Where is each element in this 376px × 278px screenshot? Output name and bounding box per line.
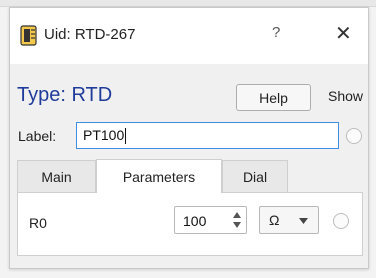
properties-window: Uid: RTD-267 ? ✕ Type: RTD Help Show Lab… xyxy=(9,7,369,269)
parameters-pane: R0 100 Ω xyxy=(17,192,363,256)
label-show-radio[interactable] xyxy=(346,128,362,144)
background-strip xyxy=(0,0,376,7)
tab-label: Main xyxy=(41,168,72,185)
label-input[interactable]: PT100 xyxy=(76,122,339,149)
label-input-value: PT100 xyxy=(83,127,125,143)
type-label: Type: RTD xyxy=(17,84,113,106)
show-label: Show xyxy=(328,88,364,104)
r0-value-spinbox[interactable]: 100 xyxy=(174,206,247,234)
tab-label: Dial xyxy=(242,168,268,185)
help-icon[interactable]: ? xyxy=(272,24,280,41)
help-button[interactable]: Help xyxy=(236,84,311,111)
tab-parameters[interactable]: Parameters xyxy=(96,159,222,193)
component-chip-icon xyxy=(20,25,37,46)
tab-label: Parameters xyxy=(122,168,196,185)
dialog-body: Type: RTD Help Show Label: PT100 Main Pa… xyxy=(10,64,368,268)
chevron-down-icon xyxy=(299,218,308,224)
title-bar: Uid: RTD-267 ? ✕ xyxy=(10,8,368,64)
tab-dial[interactable]: Dial xyxy=(222,160,288,192)
param-name: R0 xyxy=(29,215,47,231)
window-title: Uid: RTD-267 xyxy=(44,26,136,43)
unit-dropdown[interactable]: Ω xyxy=(259,206,319,234)
spin-arrows-icon[interactable] xyxy=(232,210,242,230)
text-cursor xyxy=(125,128,127,145)
close-icon[interactable]: ✕ xyxy=(335,21,352,46)
r0-value: 100 xyxy=(183,213,207,229)
label-caption: Label: xyxy=(18,128,57,144)
tab-main[interactable]: Main xyxy=(17,160,96,192)
param-show-radio[interactable] xyxy=(333,213,349,229)
unit-value: Ω xyxy=(269,212,280,228)
